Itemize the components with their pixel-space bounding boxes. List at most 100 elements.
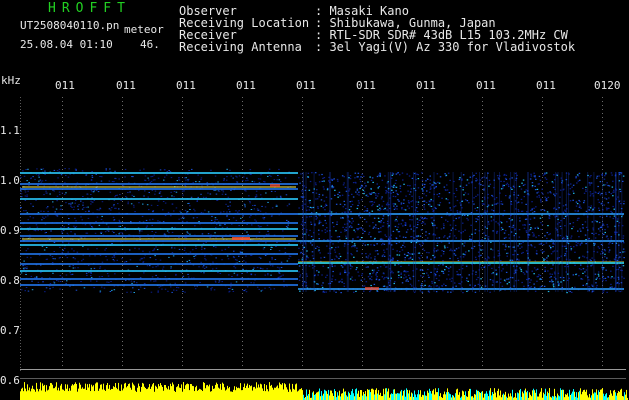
noise-streak	[347, 172, 349, 292]
tick-marker-dot	[122, 125, 123, 126]
noise-speck	[229, 205, 231, 207]
tick-marker-dot	[542, 209, 543, 210]
noise-speck	[166, 171, 168, 172]
noise-speck	[419, 258, 421, 260]
noise-speck	[22, 265, 24, 267]
tick-marker-dot	[62, 145, 63, 146]
tick-marker-dot	[122, 209, 123, 210]
noise-speck	[477, 216, 480, 218]
level-bar	[232, 391, 233, 400]
noise-speck	[256, 286, 259, 288]
tick-marker-dot	[182, 225, 183, 226]
level-bar	[328, 389, 329, 400]
noise-speck	[348, 209, 351, 211]
noise-speck	[373, 226, 375, 228]
noise-speck	[181, 190, 184, 192]
noise-speck	[354, 231, 356, 233]
tick-marker-dot	[242, 149, 243, 150]
level-bar	[124, 383, 125, 400]
noise-speck	[488, 257, 490, 259]
noise-speck	[257, 178, 260, 180]
tick-marker-dot	[122, 337, 123, 338]
axis-dot	[20, 169, 21, 170]
noise-speck	[62, 249, 64, 251]
tick-marker-dot	[242, 113, 243, 114]
level-bar	[448, 391, 449, 400]
level-bar	[173, 384, 174, 400]
noise-speck	[44, 216, 47, 218]
noise-speck	[105, 256, 107, 258]
noise-speck	[231, 288, 234, 290]
noise-speck	[418, 252, 421, 254]
tick-marker-dot	[542, 357, 543, 358]
tick-marker-dot	[122, 165, 123, 166]
noise-speck	[25, 287, 28, 288]
noise-speck	[517, 245, 519, 247]
level-bar	[299, 389, 300, 400]
noise-speck	[401, 172, 404, 174]
noise-speck	[385, 235, 388, 238]
noise-speck	[26, 256, 29, 258]
level-bar	[162, 386, 163, 400]
level-bar	[383, 388, 384, 400]
noise-speck	[99, 231, 102, 233]
noise-speck	[373, 217, 376, 219]
noise-speck	[449, 179, 451, 181]
noise-speck	[477, 283, 480, 285]
noise-speck	[580, 269, 582, 271]
tick-marker-dot	[482, 277, 483, 278]
noise-speck	[442, 264, 444, 266]
noise-speck	[519, 247, 521, 249]
axis-dot	[20, 256, 21, 257]
level-bar	[147, 388, 148, 400]
tick-marker-dot	[542, 229, 543, 230]
tick-marker-dot	[242, 165, 243, 166]
level-bar	[52, 384, 53, 400]
level-bar	[260, 383, 261, 400]
tick-marker-dot	[482, 137, 483, 138]
noise-speck	[178, 178, 180, 180]
axis-dot	[20, 118, 21, 119]
noise-speck	[264, 206, 267, 208]
noise-speck	[367, 244, 369, 246]
noise-speck	[395, 173, 398, 175]
tick-marker-dot	[362, 313, 363, 314]
noise-speck	[420, 216, 422, 218]
noise-speck	[500, 278, 502, 280]
level-bar	[258, 384, 259, 400]
noise-speck	[118, 225, 120, 227]
noise-speck	[64, 193, 66, 195]
noise-speck	[94, 232, 97, 234]
noise-speck	[325, 276, 327, 278]
noise-speck	[610, 270, 612, 272]
noise-speck	[598, 275, 600, 277]
noise-speck	[551, 268, 553, 270]
noise-speck	[58, 191, 61, 193]
noise-speck	[74, 202, 76, 204]
noise-speck	[517, 279, 520, 281]
noise-speck	[399, 174, 401, 176]
tick-marker-dot	[122, 313, 123, 314]
level-bar	[399, 393, 400, 400]
noise-speck	[210, 288, 212, 290]
noise-speck	[22, 267, 25, 269]
tick-marker-dot	[302, 357, 303, 358]
noise-speck	[572, 222, 575, 224]
noise-speck	[454, 224, 457, 227]
noise-speck	[597, 273, 600, 275]
noise-speck	[619, 256, 621, 258]
noise-speck	[27, 190, 29, 192]
noise-speck	[56, 214, 58, 216]
level-bar	[458, 394, 459, 400]
noise-speck	[85, 272, 88, 274]
noise-speck	[428, 252, 430, 254]
tick-marker-dot	[62, 133, 63, 134]
noise-speck	[314, 182, 317, 184]
tick-marker-dot	[62, 221, 63, 222]
noise-speck	[200, 261, 202, 263]
noise-speck	[604, 231, 606, 234]
tick-marker-dot	[422, 161, 423, 162]
noise-speck	[422, 243, 424, 245]
axis-dot	[20, 274, 21, 275]
tick-marker-dot	[362, 281, 363, 282]
